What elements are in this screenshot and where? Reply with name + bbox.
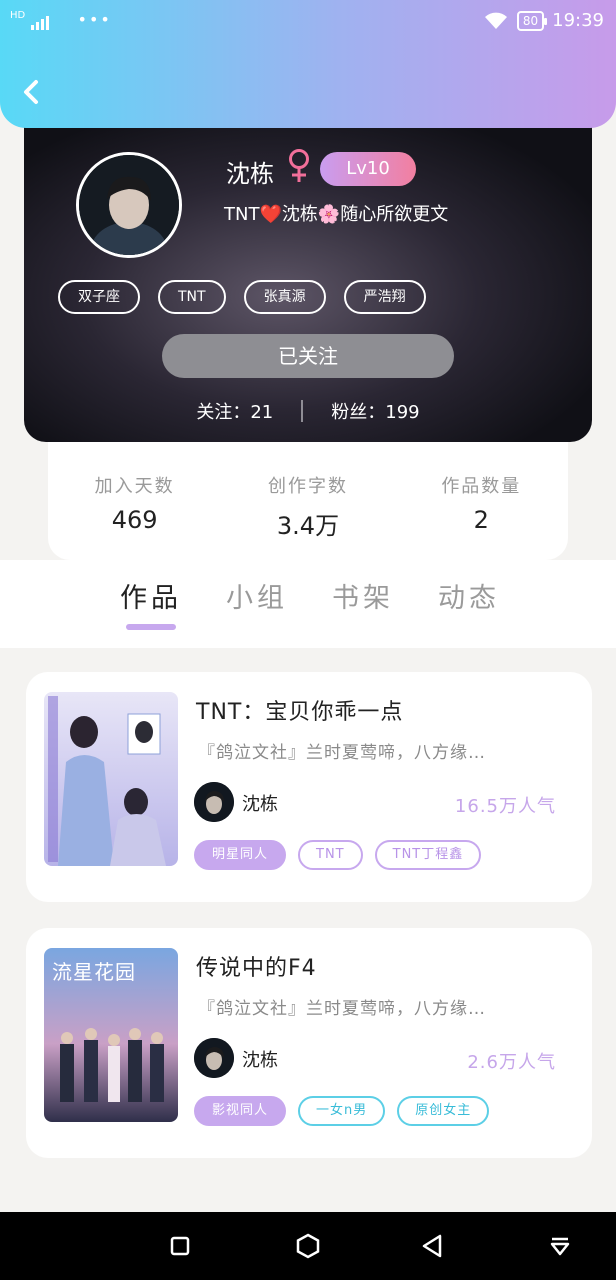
status-right: 80 19:39 xyxy=(483,10,604,31)
work-tag[interactable]: 原创女主 xyxy=(397,1096,490,1126)
work-tag[interactable]: 影视同人 xyxy=(194,1096,287,1126)
avatar[interactable] xyxy=(76,152,182,258)
following-count[interactable]: 关注：21 xyxy=(196,398,273,424)
work-tags: 影视同人 一女n男 原创女主 xyxy=(194,1096,490,1126)
tab-groups[interactable]: 小组 xyxy=(226,576,288,615)
tab-bar: 作品 小组 书架 动态 xyxy=(0,560,616,648)
stat-value: 2 xyxy=(473,506,489,534)
profile-tag[interactable]: 张真源 xyxy=(243,280,326,314)
profile-tag[interactable]: 双子座 xyxy=(58,280,140,314)
down-menu-icon[interactable] xyxy=(546,1232,574,1260)
stat-value: 3.4万 xyxy=(276,512,340,540)
hexagon-icon[interactable] xyxy=(294,1232,322,1260)
work-tag[interactable]: TNT丁程鑫 xyxy=(374,840,482,870)
female-symbol-icon xyxy=(289,149,309,182)
followed-button[interactable]: 已关注 xyxy=(162,334,454,378)
stat-label: 加入天数 xyxy=(94,476,175,497)
tab-indicator xyxy=(126,624,176,630)
system-nav-bar xyxy=(0,1212,616,1280)
work-tag[interactable]: 明星同人 xyxy=(194,840,287,870)
clock: 19:39 xyxy=(552,10,604,31)
work-tag[interactable]: 一女n男 xyxy=(298,1096,386,1126)
header-bar: HD ••• 80 19:39 xyxy=(0,0,616,128)
battery-icon: 80 xyxy=(516,10,548,31)
tab-activity[interactable]: 动态 xyxy=(438,576,500,615)
stat-join-days: 加入天数 469 xyxy=(48,440,221,560)
triangle-back-icon[interactable] xyxy=(418,1232,446,1260)
work-tag[interactable]: TNT xyxy=(298,840,363,870)
work-card[interactable]: TNT：宝贝你乖一点 『鸽泣文社』兰时夏莺啼，八方缘… 沈栋 16.5万人气 明… xyxy=(26,672,592,902)
author-name: 沈栋 xyxy=(242,1050,278,1071)
profile-card: 沈栋 Lv10 TNT❤️沈栋🌸随心所欲更文 双子座 TNT 张真源 严浩翔 已… xyxy=(24,118,592,442)
square-icon[interactable] xyxy=(166,1232,194,1260)
chevron-left-icon[interactable] xyxy=(18,76,46,108)
popularity: 16.5万人气 xyxy=(454,796,556,817)
work-card[interactable]: 流星花园 传说中的F4 『鸽泣文社』兰时夏莺啼，八方缘… 沈栋 2.6万人气 影… xyxy=(26,928,592,1158)
stat-works-count: 作品数量 2 xyxy=(395,440,568,560)
book-cover[interactable]: 流星花园 xyxy=(44,948,178,1122)
work-description: 『鸽泣文社』兰时夏莺啼，八方缘… xyxy=(198,999,486,1019)
work-tags: 明星同人 TNT TNT丁程鑫 xyxy=(194,840,482,870)
author-avatar xyxy=(194,782,234,822)
stat-label: 创作字数 xyxy=(267,476,348,497)
user-name: 沈栋 xyxy=(226,160,274,188)
popularity: 2.6万人气 xyxy=(467,1052,556,1073)
profile-tag[interactable]: TNT xyxy=(158,280,226,314)
follow-counts: 关注：21 粉丝：199 xyxy=(24,398,592,424)
signal-icon xyxy=(31,15,50,30)
author-avatar xyxy=(194,1038,234,1078)
stat-value: 469 xyxy=(111,506,158,534)
work-title[interactable]: TNT：宝贝你乖一点 xyxy=(196,694,403,726)
cover-title: 流星花园 xyxy=(52,960,136,984)
more-status-icon: ••• xyxy=(77,10,112,29)
divider xyxy=(301,400,304,422)
wifi-icon xyxy=(484,12,507,29)
signature: TNT❤️沈栋🌸随心所欲更文 xyxy=(224,204,449,225)
stats-card: 加入天数 469 创作字数 3.4万 作品数量 2 xyxy=(48,440,568,560)
work-description: 『鸽泣文社』兰时夏莺啼，八方缘… xyxy=(198,743,486,763)
hd-label: HD xyxy=(10,10,26,21)
level-badge: Lv10 xyxy=(320,152,416,186)
profile-tag[interactable]: 严浩翔 xyxy=(343,280,426,314)
profile-tags: 双子座 TNT 张真源 严浩翔 xyxy=(58,280,426,314)
stat-word-count: 创作字数 3.4万 xyxy=(221,440,394,560)
stat-label: 作品数量 xyxy=(441,476,522,497)
tab-works[interactable]: 作品 xyxy=(120,576,182,615)
fans-count[interactable]: 粉丝：199 xyxy=(331,398,419,424)
status-left: HD ••• xyxy=(10,10,112,30)
book-cover[interactable] xyxy=(44,692,178,866)
work-title[interactable]: 传说中的F4 xyxy=(196,950,317,982)
tab-bookshelf[interactable]: 书架 xyxy=(332,576,394,615)
author-name: 沈栋 xyxy=(242,794,278,815)
